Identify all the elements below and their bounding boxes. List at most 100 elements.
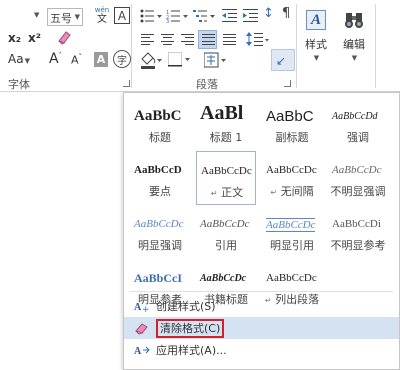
style-preview: AaBbCcDc [201,165,252,177]
increase-indent-button[interactable] [243,9,259,23]
sort-button[interactable]: ↕ [263,6,277,24]
chevron-down-icon: ▼ [313,54,320,62]
paint-bucket-icon [141,52,162,69]
style-preview: AaBbCcDc [266,218,316,232]
style-tile-subtle-emphasis[interactable]: AaBbCcDc 不明显强调 [328,153,388,205]
style-name: 正文 [221,186,244,199]
phonetic-guide-button[interactable]: wén 文 [93,6,111,26]
style-name-row: ↵ 无间隔 [262,183,322,199]
style-tile-intense-quote[interactable]: AaBbCcDc 明显引用 [262,207,322,259]
sort-icon: ↕ [263,6,274,21]
eraser-pen-icon [58,31,71,45]
chevron-down-icon: ▼ [24,57,30,65]
style-preview: AaBbC [134,108,182,124]
style-tile-heading-1[interactable]: AaBl 标题 1 [196,99,256,151]
style-tile-quote[interactable]: AaBbCcDc 引用 [196,207,256,259]
svg-text:3: 3 [166,19,169,23]
justify-button[interactable] [198,30,217,49]
style-preview: AaBbCcD [134,164,182,176]
decrease-indent-icon [222,9,237,22]
increase-indent-icon [243,9,258,22]
font-group-label: 字体 [8,78,30,91]
create-style-icon: A + [134,299,150,313]
borders-icon [168,52,190,67]
character-shading-glyph: A [96,53,106,66]
distributed-button[interactable] [223,34,236,45]
group-divider [131,4,132,88]
asian-typography-button[interactable]: ↙ [271,49,295,71]
paragraph-shading-button[interactable] [140,51,164,69]
menu-item-label: 清除格式(C) [160,321,221,335]
line-spacing-icon [246,32,269,46]
chinese-layout-icon [203,52,226,68]
subscript-button[interactable]: x₂ [8,31,21,45]
font-size-value: 五号 [50,12,72,25]
style-tile-intense-emphasis[interactable]: AaBbCcDc 明显强调 [130,207,190,259]
text-effects-button[interactable] [56,29,74,45]
style-name: 引用 [215,239,237,252]
group-divider [375,4,376,88]
align-center-button[interactable] [161,34,174,45]
borders-button[interactable] [168,52,192,68]
style-preview: AaBbCcDc [200,218,250,230]
style-name: 无间隔 [280,185,314,198]
clear-formatting-menu-item[interactable]: 清除格式(C) [124,317,399,339]
bullets-button[interactable] [140,9,164,23]
paragraph-dialog-launcher-icon[interactable] [284,80,291,87]
menu-divider [130,291,393,292]
binoculars-icon [345,13,363,28]
subscript-glyph: x₂ [8,31,21,45]
justify-icon [202,34,215,45]
shrink-font-button[interactable]: A˅ [71,53,82,67]
character-border-glyph: A [117,8,127,23]
character-border-button[interactable]: A [114,7,130,24]
grow-font-button[interactable]: A˄ [49,51,62,67]
align-right-button[interactable] [181,34,194,45]
apply-styles-menu-item[interactable]: A 应用样式(A)... [124,339,399,361]
style-name: 不明显参考 [330,239,386,252]
clear-formatting-highlight-box: 清除格式(C) [156,318,225,338]
font-name-dropdown-arrow[interactable]: ▼ [34,11,39,19]
style-name: 标题 1 [209,131,243,144]
font-dialog-launcher-icon[interactable] [123,80,130,87]
style-preview: AaBbCcDc [134,218,184,230]
enclose-characters-button[interactable]: 字 [113,50,131,68]
style-tile-subtitle[interactable]: AaBbC 副标题 [262,99,322,151]
chinese-layout-button[interactable] [203,51,228,69]
multilevel-list-button[interactable] [193,9,217,23]
menu-item-label: 创建样式(S) [156,300,216,313]
bullet-list-icon [140,9,162,23]
create-style-menu-item[interactable]: A + 创建样式(S) [124,295,399,317]
editing-button-label: 编辑 [343,38,365,51]
enclose-characters-glyph: 字 [117,55,127,67]
font-size-combo[interactable]: 五号 ▼ [47,8,83,26]
numbering-button[interactable]: 1 2 3 [166,9,190,25]
editing-button[interactable]: 编辑 ▼ [337,4,371,68]
line-spacing-button[interactable] [246,31,270,47]
style-preview: AaBbCcDc [266,164,317,176]
change-case-glyph: Aa [8,52,24,66]
styles-button[interactable]: A 样式 ▼ [300,4,332,68]
align-left-button[interactable] [141,34,154,45]
style-tile-no-spacing[interactable]: AaBbCcDc ↵ 无间隔 [262,153,322,205]
style-name-row: ↵ 正文 [197,184,255,200]
apply-styles-icon: A [134,343,150,357]
multilevel-list-icon [193,10,215,22]
style-tile-strong[interactable]: AaBbCcD 要点 [130,153,190,205]
style-tile-title[interactable]: AaBbC 标题 [130,99,190,151]
show-marks-button[interactable]: ¶ [282,6,296,24]
ribbon: ▼ 五号 ▼ wén 文 A x₂ x² Aa▼ A˄ A˅ A 字 字体 1 … [0,0,400,92]
styles-icon-glyph: A [310,12,321,28]
chevron-down-icon: ▼ [351,54,358,62]
style-tile-normal[interactable]: AaBbCcDc ↵ 正文 [196,151,256,205]
superscript-button[interactable]: x² [28,31,41,45]
decrease-indent-button[interactable] [222,9,238,23]
style-name: 明显强调 [138,239,182,252]
numbered-list-icon: 1 2 3 [166,10,188,25]
character-shading-button[interactable]: A [94,52,108,67]
grow-font-glyph: A [49,51,59,67]
change-case-button[interactable]: Aa▼ [8,52,30,66]
style-tile-emphasis[interactable]: AaBbCcDd 强调 [328,99,388,151]
styles-gallery-panel: AaBbC 标题 AaBl 标题 1 AaBbC 副标题 AaBbCcDd 强调… [123,92,400,370]
style-tile-subtle-reference[interactable]: AaBbCcDi 不明显参考 [328,207,388,259]
